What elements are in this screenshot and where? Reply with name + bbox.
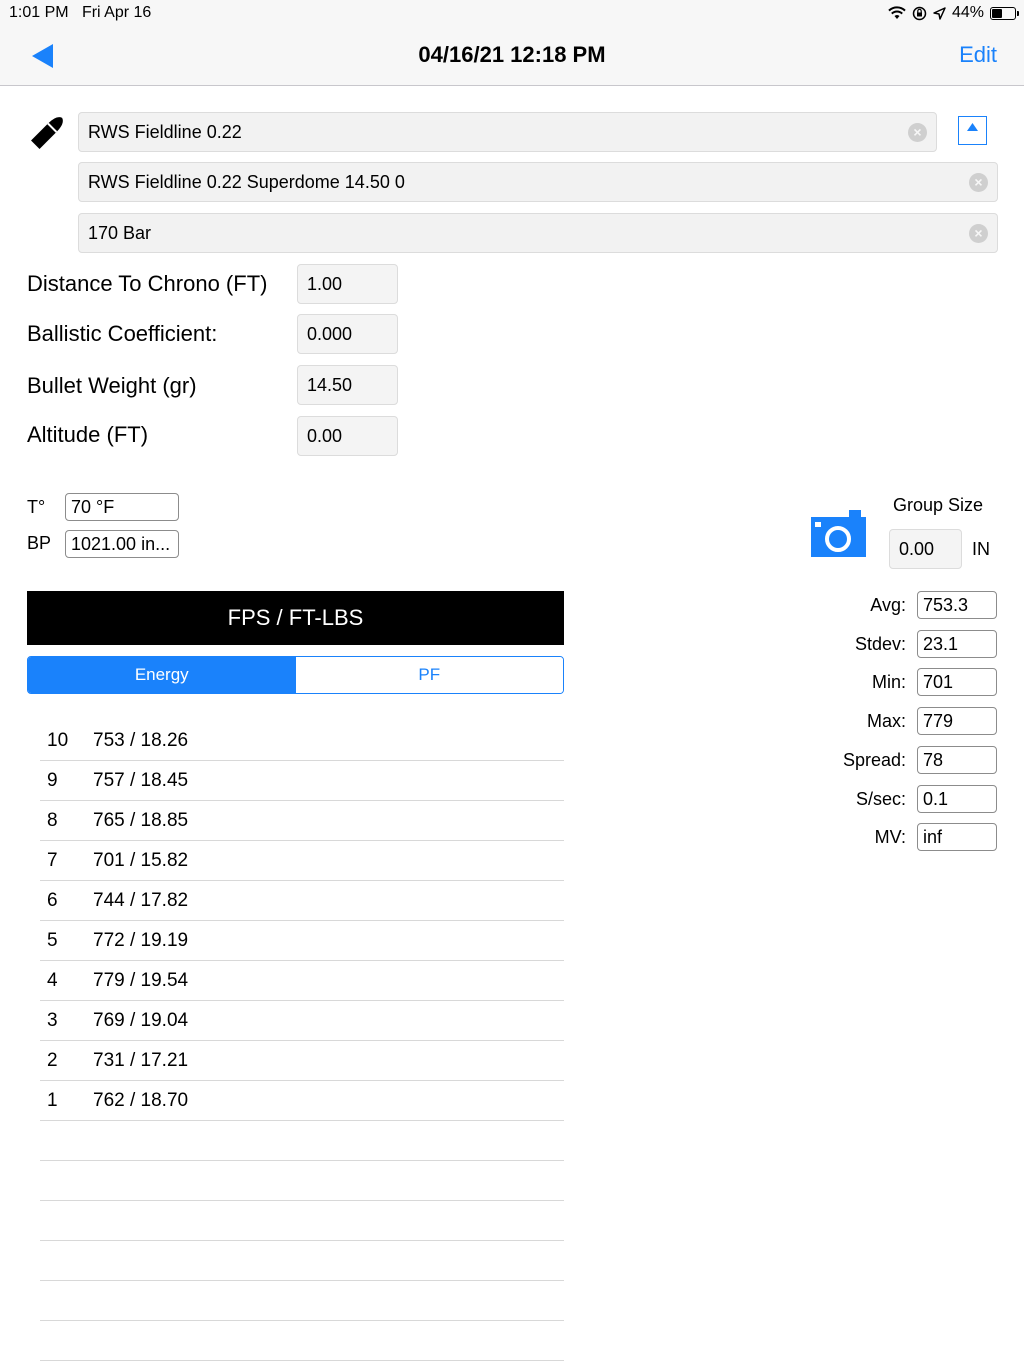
shot-number: 6	[47, 890, 58, 911]
status-bar: 1:01 PM Fri Apr 16 44%	[0, 0, 1024, 28]
bullet-icon	[31, 117, 63, 149]
pressure-field-text: 170 Bar	[88, 222, 152, 243]
stat-value[interactable]: 779	[917, 707, 997, 735]
group-size-input[interactable]: 0.00	[889, 529, 962, 569]
shot-number: 2	[47, 1050, 58, 1071]
results-header: FPS / FT-LBS	[27, 591, 564, 645]
bullet-weight-label: Bullet Weight (gr)	[27, 373, 197, 398]
table-row[interactable]: 1 762 / 18.70	[40, 1081, 564, 1121]
table-row[interactable]: 9 757 / 18.45	[40, 761, 564, 801]
shot-number: 3	[47, 1010, 58, 1031]
stat-value[interactable]: 23.1	[917, 630, 997, 658]
group-size-label: Group Size	[893, 495, 984, 515]
stat-label: Min:	[871, 672, 906, 692]
table-row	[40, 1281, 564, 1321]
shot-value: 753 / 18.26	[93, 730, 189, 751]
stat-label: Spread:	[842, 750, 906, 770]
stat-value[interactable]: 753.3	[917, 591, 997, 619]
status-right: 44%	[888, 4, 1019, 22]
distance-label: Distance To Chrono (FT)	[27, 271, 268, 296]
table-row[interactable]: 2 731 / 17.21	[40, 1041, 564, 1081]
temperature-input[interactable]: 70 °F	[65, 493, 179, 521]
clear-icon[interactable]: ×	[969, 173, 988, 192]
rotation-lock-icon	[912, 6, 927, 20]
stat-label: MV:	[874, 827, 906, 847]
table-row[interactable]: 6 744 / 17.82	[40, 881, 564, 921]
shot-number: 7	[47, 850, 58, 871]
shot-value: 731 / 17.21	[93, 1050, 189, 1071]
bullet-weight-input[interactable]: 14.50	[297, 365, 398, 405]
segment-energy[interactable]: Energy	[28, 657, 296, 693]
bc-input[interactable]: 0.000	[297, 314, 398, 354]
shot-value: 765 / 18.85	[93, 810, 189, 831]
table-row[interactable]: 4 779 / 19.54	[40, 961, 564, 1001]
camera-icon[interactable]	[811, 510, 867, 558]
stat-value[interactable]: 78	[917, 746, 997, 774]
clear-icon[interactable]: ×	[908, 123, 927, 142]
shot-value: 744 / 17.82	[93, 890, 189, 911]
shot-value: 762 / 18.70	[93, 1090, 189, 1111]
status-time: 1:01 PM	[9, 4, 69, 21]
altitude-label: Altitude (FT)	[27, 422, 149, 447]
triangle-up-icon	[967, 123, 978, 131]
collapse-button[interactable]	[958, 116, 987, 145]
group-size-unit: IN	[972, 539, 990, 559]
pellet-field-text: RWS Fieldline 0.22	[88, 121, 242, 142]
barometric-pressure-input[interactable]: 1021.00 in...	[65, 530, 179, 558]
stat-value[interactable]: 701	[917, 668, 997, 696]
table-row	[40, 1321, 564, 1361]
load-field-text: RWS Fieldline 0.22 Superdome 14.50 0	[88, 171, 405, 192]
table-row[interactable]: 10 753 / 18.26	[40, 721, 564, 761]
wifi-icon	[888, 6, 906, 19]
status-time-date: 1:01 PM Fri Apr 16	[9, 4, 151, 22]
clear-icon[interactable]: ×	[969, 224, 988, 243]
shot-number: 4	[47, 970, 58, 991]
table-row	[40, 1161, 564, 1201]
bc-label: Ballistic Coefficient:	[27, 321, 218, 346]
edit-button[interactable]: Edit	[959, 42, 997, 68]
stat-label: Avg:	[870, 595, 906, 615]
shot-number: 1	[47, 1090, 58, 1111]
altitude-input[interactable]: 0.00	[297, 416, 398, 456]
shot-value: 772 / 19.19	[93, 930, 189, 951]
shot-number: 9	[47, 770, 58, 791]
table-row[interactable]: 5 772 / 19.19	[40, 921, 564, 961]
table-row	[40, 1241, 564, 1281]
stat-label: Max:	[866, 711, 906, 731]
shot-value: 769 / 19.04	[93, 1010, 189, 1031]
stat-value[interactable]: 0.1	[917, 785, 997, 813]
page-title: 04/16/21 12:18 PM	[418, 42, 606, 67]
pressure-field[interactable]: 170 Bar ×	[78, 213, 998, 253]
shot-value: 779 / 19.54	[93, 970, 189, 991]
stat-value[interactable]: inf	[917, 823, 997, 851]
location-icon	[933, 6, 946, 20]
table-row	[40, 1201, 564, 1241]
distance-input[interactable]: 1.00	[297, 264, 398, 304]
shot-value: 701 / 15.82	[93, 850, 189, 871]
temperature-label: T°	[27, 497, 46, 517]
table-row[interactable]: 7 701 / 15.82	[40, 841, 564, 881]
battery-percent: 44%	[951, 4, 984, 21]
segmented-control: Energy PF	[27, 656, 564, 694]
segment-pf[interactable]: PF	[295, 657, 563, 693]
status-date: Fri Apr 16	[81, 4, 152, 21]
shot-number: 10	[47, 730, 69, 751]
shot-number: 8	[47, 810, 58, 831]
shot-value: 757 / 18.45	[93, 770, 189, 791]
battery-icon	[990, 6, 1019, 20]
stat-label: S/sec:	[855, 789, 906, 809]
table-row[interactable]: 3 769 / 19.04	[40, 1001, 564, 1041]
load-field[interactable]: RWS Fieldline 0.22 Superdome 14.50 0 ×	[78, 162, 998, 202]
stat-label: Stdev:	[854, 634, 906, 654]
pellet-field[interactable]: RWS Fieldline 0.22 ×	[78, 112, 937, 152]
navigation-bar: 04/16/21 12:18 PM Edit	[0, 28, 1024, 86]
shot-number: 5	[47, 930, 58, 951]
table-row[interactable]: 8 765 / 18.85	[40, 801, 564, 841]
pressure-label: BP	[27, 533, 52, 553]
table-row	[40, 1121, 564, 1161]
